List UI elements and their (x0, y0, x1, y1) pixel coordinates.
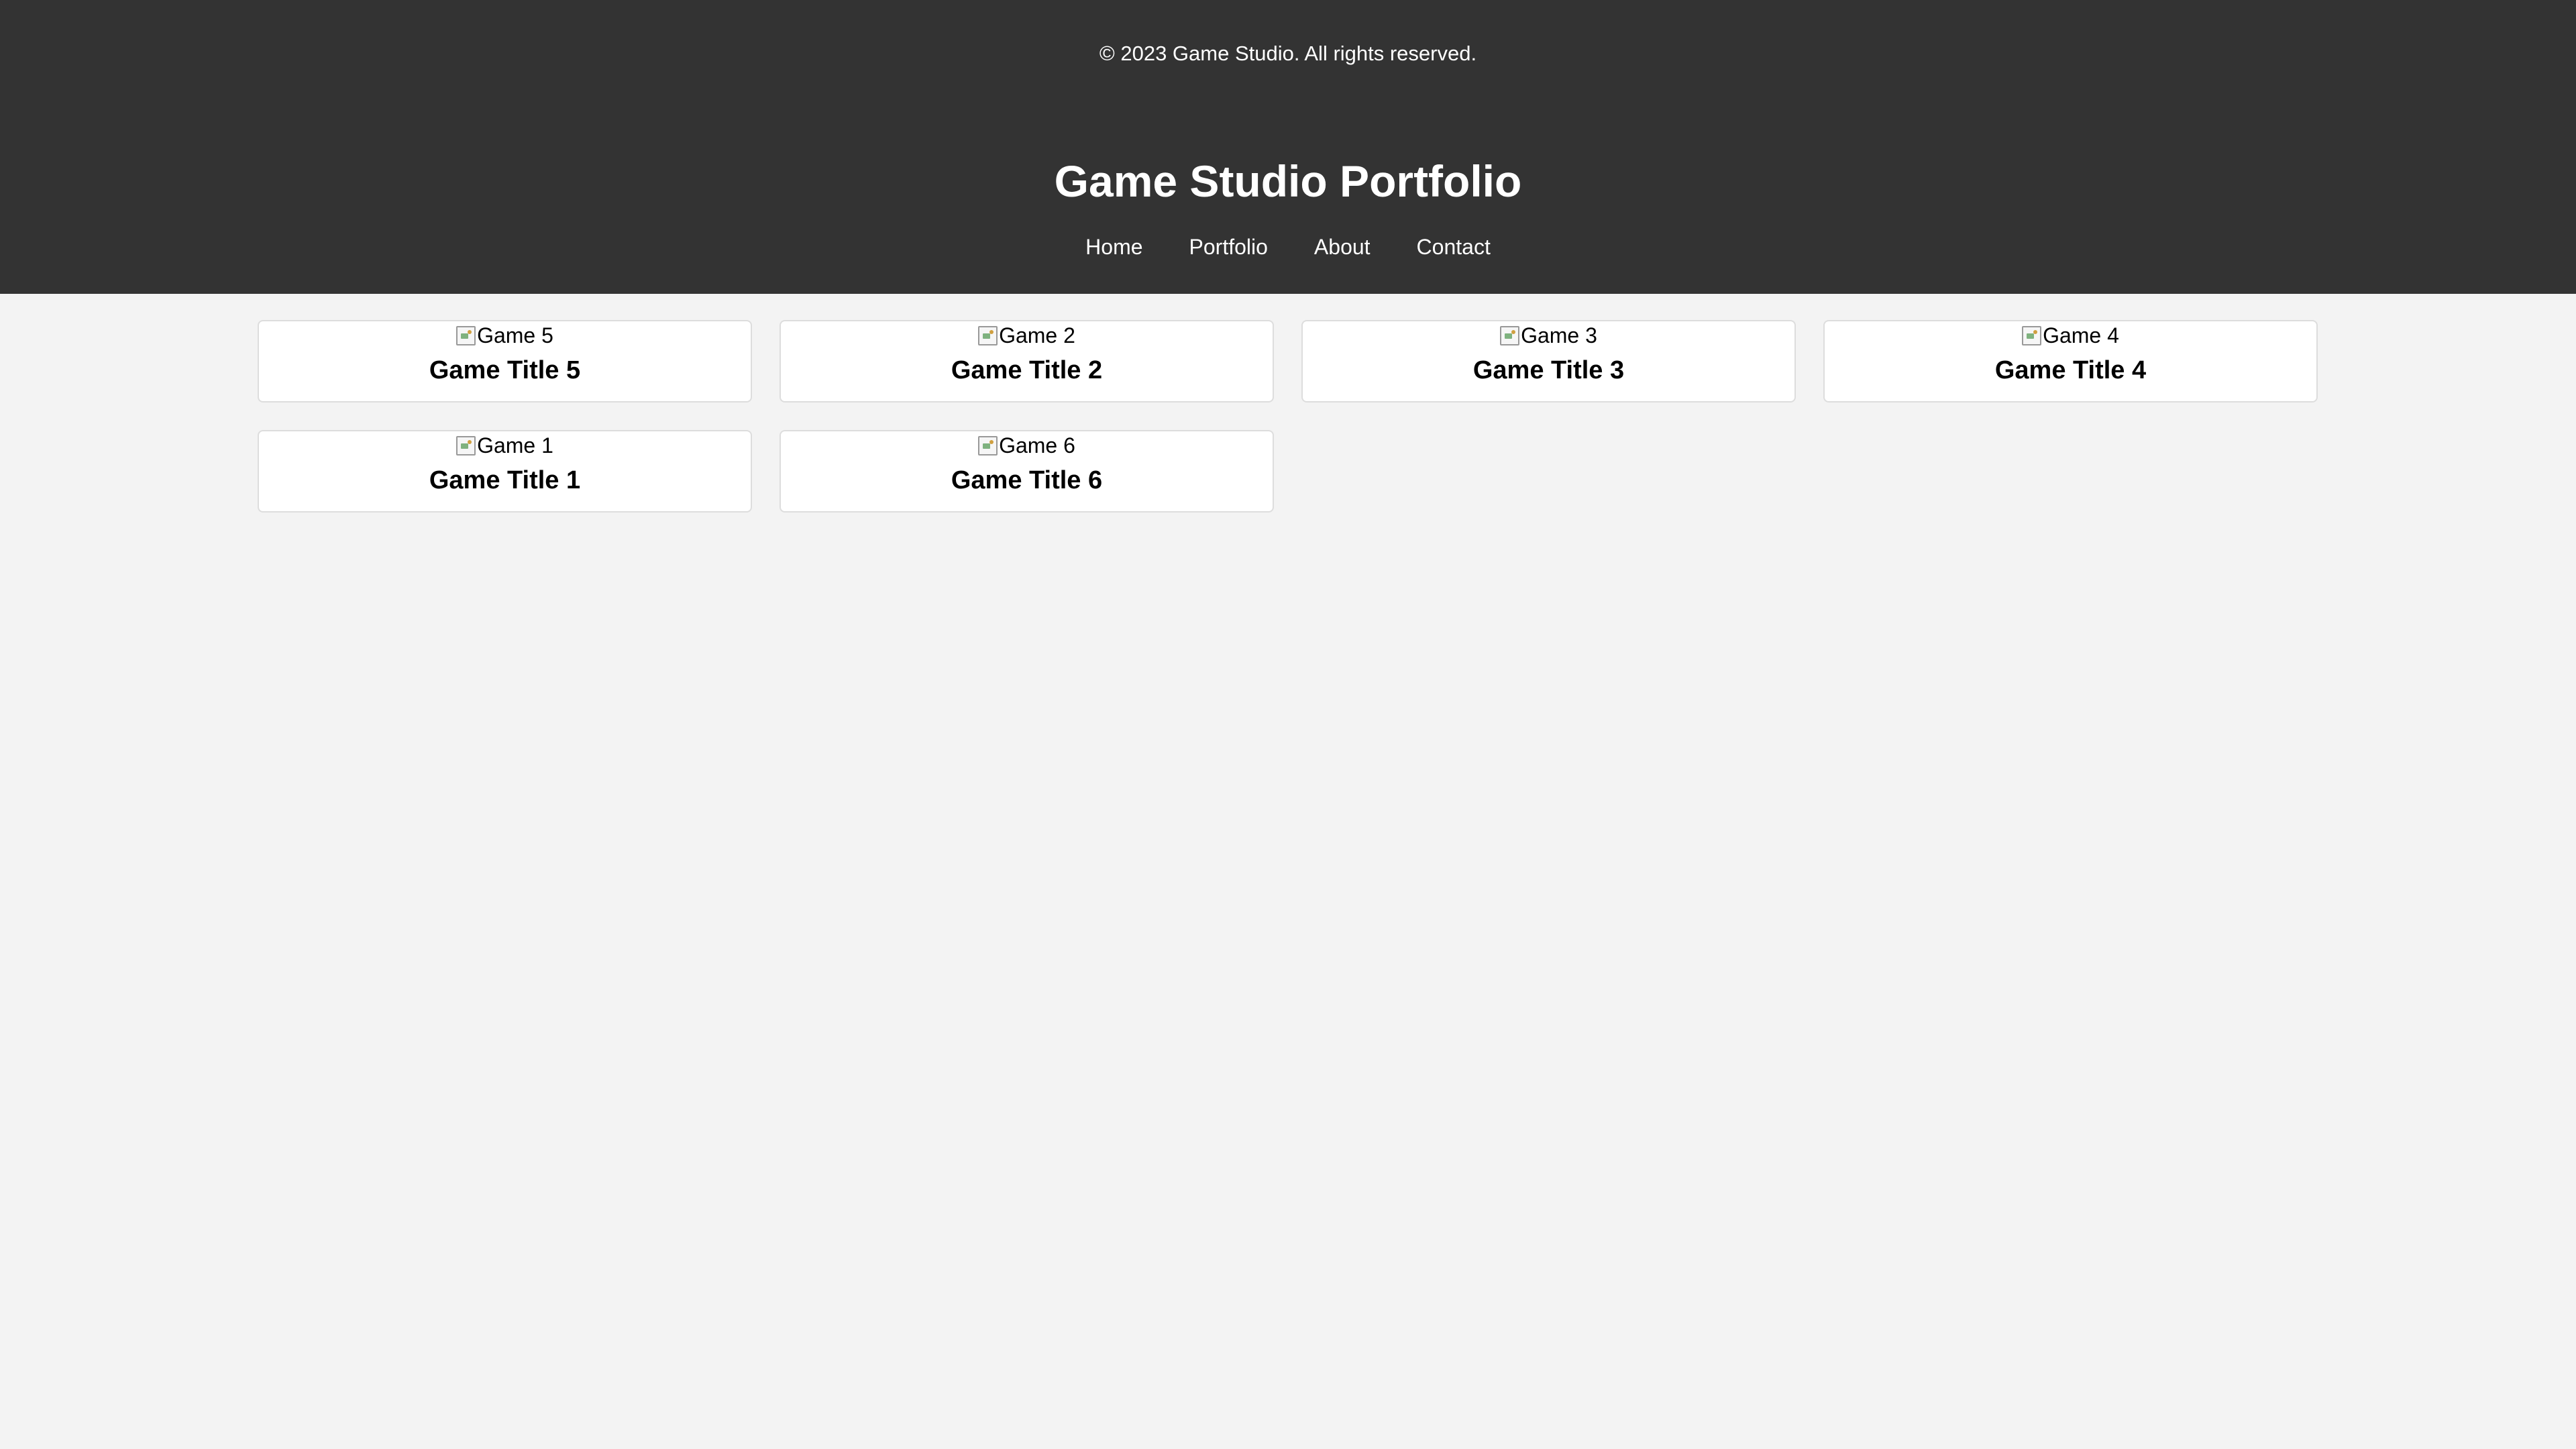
game-card[interactable]: Game 4 Game Title 4 (1823, 320, 2318, 402)
game-card[interactable]: Game 1 Game Title 1 (258, 430, 752, 513)
broken-image-icon (456, 435, 476, 455)
game-image: Game 3 (1500, 321, 1597, 350)
game-image: Game 5 (456, 321, 553, 350)
game-card[interactable]: Game 3 Game Title 3 (1301, 320, 1796, 402)
game-card[interactable]: Game 6 Game Title 6 (780, 430, 1274, 513)
site-header: © 2023 Game Studio. All rights reserved.… (0, 0, 2576, 294)
nav-link-portfolio[interactable]: Portfolio (1189, 233, 1268, 261)
page-title: Game Studio Portfolio (1054, 156, 1522, 206)
broken-image-icon (978, 435, 998, 455)
broken-image-icon (978, 325, 998, 345)
game-portfolio-grid: Game 5 Game Title 5 Game 2 Game Title 2 … (258, 320, 2318, 513)
game-image: Game 1 (456, 431, 553, 460)
game-image-alt-text: Game 4 (2043, 323, 2119, 347)
game-card[interactable]: Game 5 Game Title 5 (258, 320, 752, 402)
game-image-alt-text: Game 2 (999, 323, 1075, 347)
game-image: Game 2 (978, 321, 1075, 350)
game-card[interactable]: Game 2 Game Title 2 (780, 320, 1274, 402)
main-navigation: Home Portfolio About Contact (0, 233, 2576, 261)
game-image-alt-text: Game 6 (999, 433, 1075, 458)
nav-link-home[interactable]: Home (1085, 233, 1142, 261)
broken-image-icon (1500, 325, 1520, 345)
broken-image-icon (456, 325, 476, 345)
copyright-text: © 2023 Game Studio. All rights reserved. (1099, 42, 1477, 65)
game-image-alt-text: Game 1 (477, 433, 553, 458)
game-title: Game Title 3 (1472, 356, 1625, 384)
game-title: Game Title 5 (429, 356, 581, 384)
game-image: Game 6 (978, 431, 1075, 460)
game-image-alt-text: Game 5 (477, 323, 553, 347)
game-title: Game Title 1 (429, 466, 581, 494)
game-image: Game 4 (2022, 321, 2119, 350)
broken-image-icon (2022, 325, 2042, 345)
game-title: Game Title 6 (951, 466, 1103, 494)
nav-link-about[interactable]: About (1314, 233, 1371, 261)
game-image-alt-text: Game 3 (1521, 323, 1597, 347)
nav-link-contact[interactable]: Contact (1417, 233, 1491, 261)
game-title: Game Title 4 (1994, 356, 2147, 384)
game-title: Game Title 2 (951, 356, 1103, 384)
